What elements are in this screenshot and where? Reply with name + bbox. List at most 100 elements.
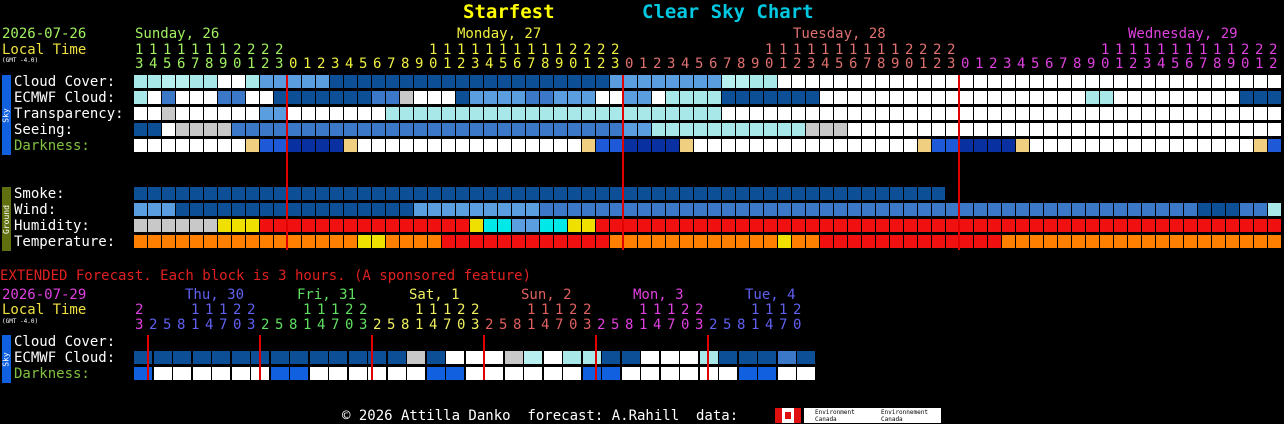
ecmwf-block [596,91,609,104]
ext-hour-ones-digit: 2 [261,317,270,333]
extended-banner[interactable]: EXTENDED Forecast. Each block is 3 hours… [0,269,531,283]
hour-ones-digit: 4 [485,56,494,72]
transparency-block [1058,107,1071,120]
darkness-block [736,139,749,152]
chart-subtitle[interactable]: Clear Sky Chart [642,3,814,22]
ext-hour-ones-digit: 4 [429,317,438,333]
smoke-block [694,187,707,200]
hour-tens-digit: 1 [863,42,872,58]
cloud-cover-label[interactable]: Cloud Cover: [14,75,115,89]
ecmwf-block [1240,91,1253,104]
transparency-block [1156,107,1169,120]
ecmwf-block [876,91,889,104]
ecmwf-block [554,91,567,104]
hour-ones-digit: 1 [919,56,928,72]
ecmwf-block [1198,91,1211,104]
darkness-block [1142,139,1155,152]
transparency-block [498,107,511,120]
ecmwf-block [666,91,679,104]
seeing-block [848,123,861,136]
humidity-block [904,219,917,232]
wind-label[interactable]: Wind: [14,203,56,217]
temperature-label[interactable]: Temperature: [14,235,115,249]
ecmwf-cloud-label[interactable]: ECMWF Cloud: [14,91,115,105]
darkness-block [540,139,553,152]
temperature-block [554,235,567,248]
wind-block [554,203,567,216]
hour-tens-digit: 1 [163,42,172,58]
ext-hour-ones-digit: 1 [527,317,536,333]
ext-ecmwf-block [426,351,445,364]
hour-ones-digit: 0 [765,56,774,72]
ext-hour-ones-digit: 5 [723,317,732,333]
darkness-block [1086,139,1099,152]
ecmwf-block [218,91,231,104]
ecmwf-block [918,91,931,104]
seeing-label[interactable]: Seeing: [14,123,73,137]
seeing-block [1198,123,1211,136]
darkness-block [176,139,189,152]
hour-tens-digit: 2 [247,42,256,58]
humidity-block [344,219,357,232]
darkness-block [890,139,903,152]
wind-block [806,203,819,216]
humidity-block [764,219,777,232]
wind-block [1142,203,1155,216]
darkness-block [750,139,763,152]
ext-ecmwf-block [797,351,815,364]
transparency-block [624,107,637,120]
cloud-block [288,75,301,88]
wind-block [1030,203,1043,216]
ext-ecmwf-block [290,351,308,364]
humidity-block [1030,219,1043,232]
humidity-label[interactable]: Humidity: [14,219,90,233]
transparency-label[interactable]: Transparency: [14,107,124,121]
wind-block [218,203,231,216]
ext-hour-ones-digit: 0 [681,317,690,333]
darkness-label[interactable]: Darkness: [14,139,90,153]
ext-darkness-label[interactable]: Darkness: [14,367,90,381]
cloud-block [1114,75,1127,88]
transparency-block [848,107,861,120]
temperature-block [652,235,665,248]
humidity-block [918,219,931,232]
humidity-block [792,219,805,232]
ecmwf-block [316,91,329,104]
wind-block [988,203,1001,216]
ext-ecmwf-cloud-label[interactable]: ECMWF Cloud: [14,351,115,365]
chart-title[interactable]: Starfest [463,3,555,22]
cloud-block [540,75,553,88]
ext-ecmwf-block [777,351,796,364]
temperature-block [1100,235,1113,248]
hour-ones-digit: 3 [1143,56,1152,72]
smoke-block [218,187,231,200]
transparency-block [582,107,595,120]
darkness-block [1114,139,1127,152]
ext-darkness-block [485,367,503,380]
darkness-block [414,139,427,152]
wind-block [1002,203,1015,216]
ext-cloud-cover-label[interactable]: Cloud Cover: [14,335,115,349]
darkness-block [974,139,987,152]
ext-hour-tens-digit: 2 [457,302,466,318]
wind-block [232,203,245,216]
temperature-block [176,235,189,248]
seeing-block [974,123,987,136]
hour-tens-digit: 2 [569,42,578,58]
ext-midnight-line [259,335,261,380]
hour-ones-digit: 5 [163,56,172,72]
smoke-label[interactable]: Smoke: [14,187,65,201]
wind-block [1212,203,1225,216]
transparency-block [568,107,581,120]
ecmwf-block [358,91,371,104]
ecmwf-block [498,91,511,104]
seeing-block [512,123,525,136]
hour-tens-digit: 2 [233,42,242,58]
ext-hour-ones-digit: 1 [639,317,648,333]
wind-block [358,203,371,216]
ext-hour-tens-digit: 2 [233,302,242,318]
wind-block [400,203,413,216]
ecmwf-block [232,91,245,104]
ecmwf-block [680,91,693,104]
wind-block [1254,203,1267,216]
